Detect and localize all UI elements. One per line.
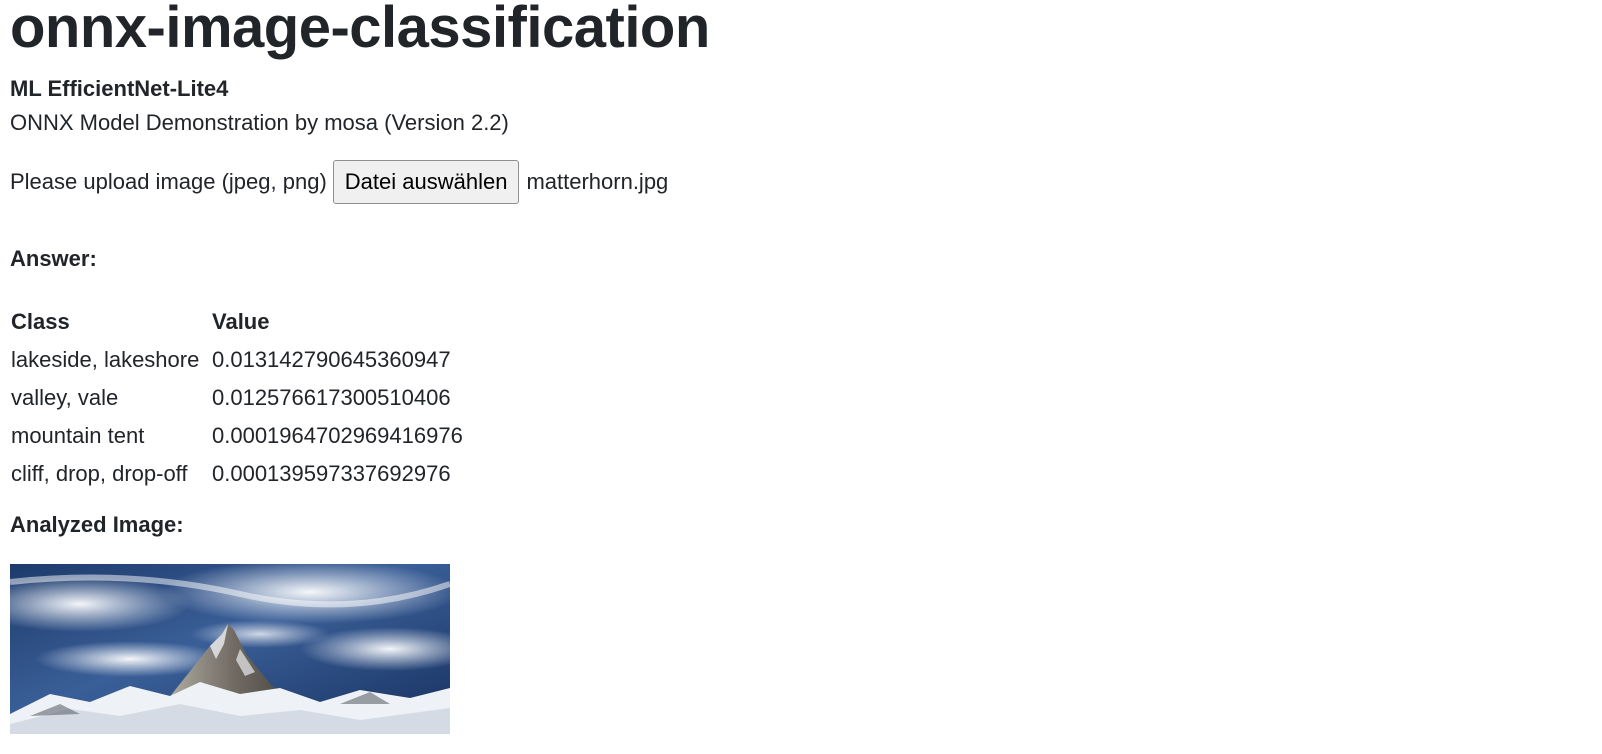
choose-file-button[interactable]: Datei auswählen [332,160,520,204]
analyzed-image-heading: Analyzed Image: [10,512,184,537]
value-cell: 0.013142790645360947 [212,347,451,372]
column-header-class: Class [11,309,70,334]
table-row: valley, vale 0.012576617300510406 [10,379,465,417]
upload-label: Please upload image (jpeg, png) [10,169,327,194]
analyzed-image [10,564,450,734]
page-title: onnx-image-classification [10,0,710,60]
upload-row: Please upload image (jpeg, png) Datei au… [10,160,1602,204]
column-header-value: Value [212,309,270,334]
table-row: mountain tent 0.0001964702969416976 [10,417,465,455]
table-row: lakeside, lakeshore 0.013142790645360947 [10,341,465,379]
class-cell: cliff, drop, drop-off [11,461,188,486]
page-container: onnx-image-classification ML EfficientNe… [0,0,1602,734]
answer-heading: Answer: [10,246,97,271]
class-cell: lakeside, lakeshore [11,347,200,372]
value-cell: 0.0001964702969416976 [212,423,463,448]
model-name: ML EfficientNet-Lite4 [10,76,229,101]
table-row: cliff, drop, drop-off 0.0001395973376929… [10,455,465,493]
value-cell: 0.000139597337692976 [212,461,451,486]
value-cell: 0.012576617300510406 [212,385,451,410]
table-header-row: Class Value [10,303,465,341]
results-table: Class Value lakeside, lakeshore 0.013142… [10,303,465,493]
class-cell: valley, vale [11,385,119,410]
class-cell: mountain tent [11,423,145,448]
selected-file-name: matterhorn.jpg [526,169,669,194]
model-description: ONNX Model Demonstration by mosa (Versio… [10,110,509,135]
